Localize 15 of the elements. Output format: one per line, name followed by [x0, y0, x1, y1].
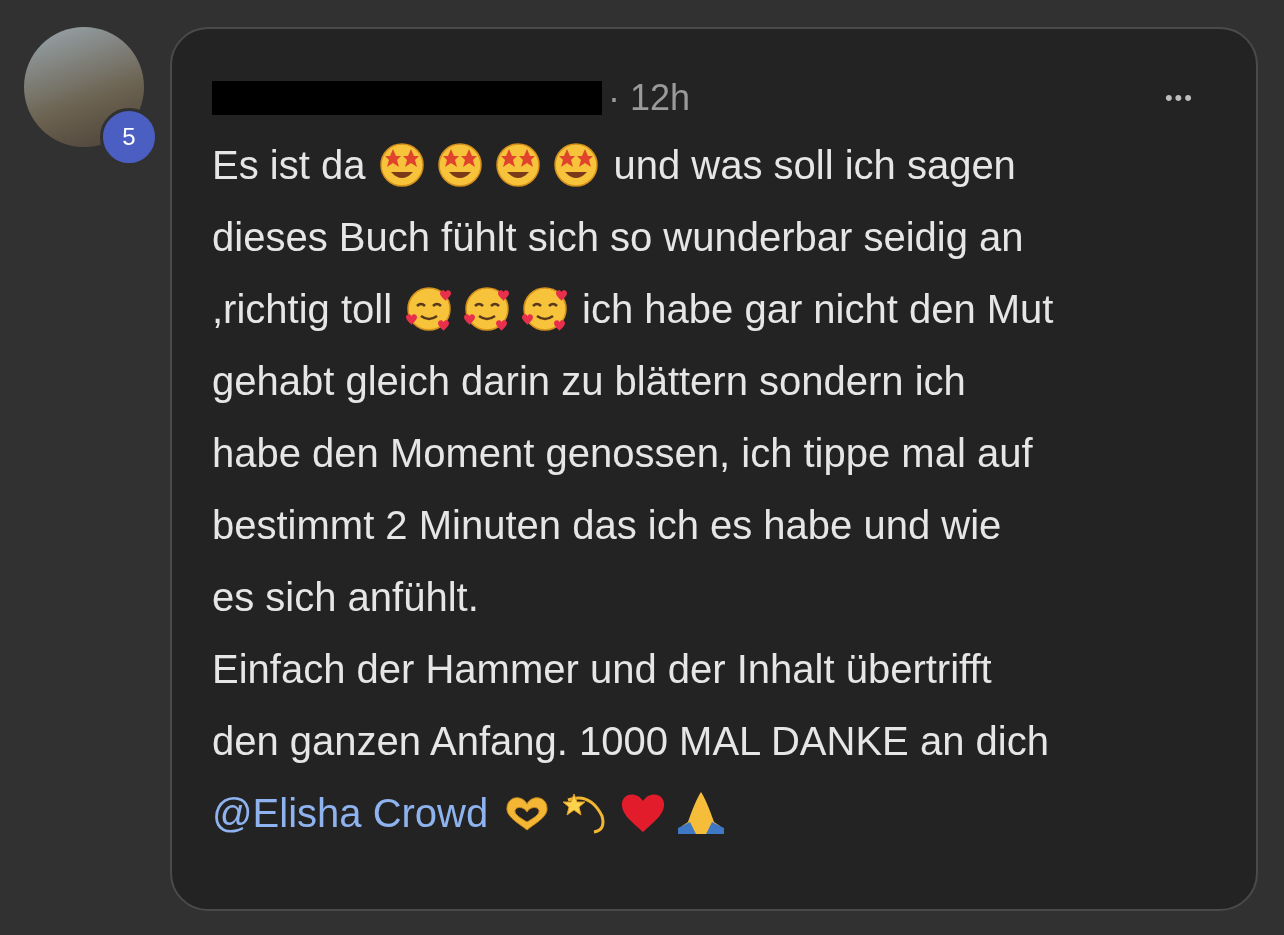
comment-text: habe den Moment genossen, ich tippe mal auf [212, 430, 1033, 477]
comment-text: und was soll ich sagen [613, 142, 1016, 189]
comment-text: es sich anfühlt. [212, 574, 479, 621]
more-options-button[interactable]: ••• [1164, 85, 1194, 111]
comment-text: ich habe gar nicht den Mut [582, 286, 1054, 333]
level-badge: 5 [100, 108, 158, 166]
comment-text: den ganzen Anfang. 1000 MAL DANKE an dich [212, 718, 1049, 765]
comment-text: Es ist da [212, 142, 366, 189]
comment-text: gehabt gleich darin zu blättern sondern ich [212, 358, 966, 405]
comment-text: ,richtig toll [212, 286, 393, 333]
comment-text: dieses Buch fühlt sich so wunderbar seidig an [212, 214, 1024, 261]
mention-link[interactable]: @Elisha Crowd [212, 777, 489, 849]
comment-time: · 12h [608, 77, 691, 119]
comment-text: Einfach der Hammer und der Inhalt übertrifft [212, 646, 992, 693]
comment-text: bestimmt 2 Minuten das ich es habe und wie [212, 502, 1002, 549]
